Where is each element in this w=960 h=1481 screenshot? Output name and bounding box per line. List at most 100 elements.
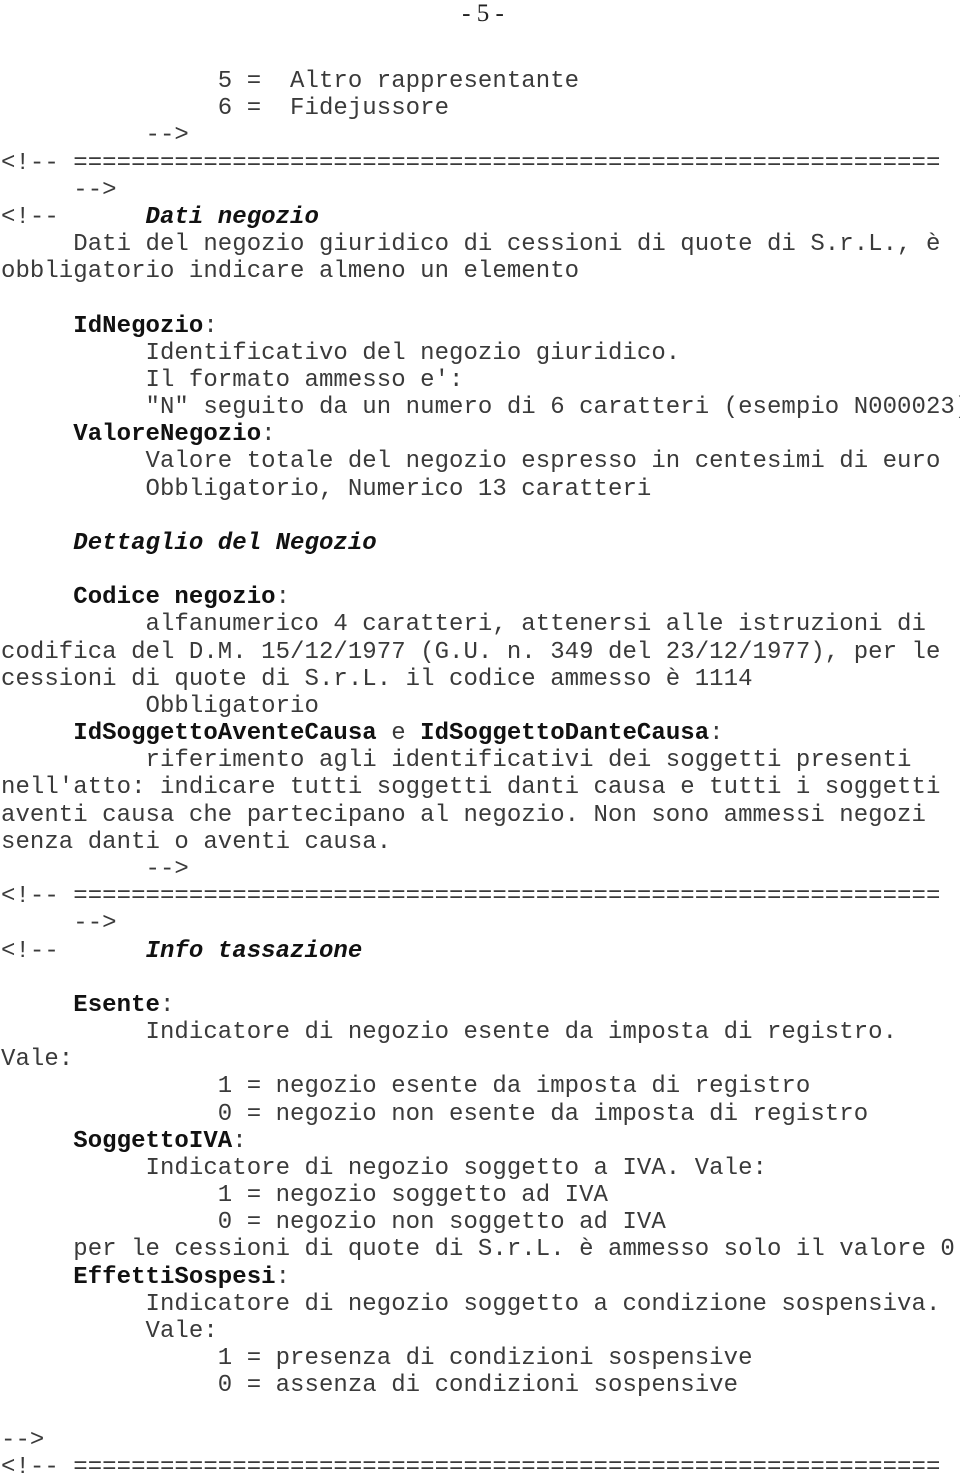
line-text bbox=[1, 421, 73, 448]
line-text: Valore totale del negozio espresso in ce… bbox=[1, 448, 941, 476]
line-text bbox=[1, 584, 73, 611]
document-line: Vale: bbox=[1, 1318, 960, 1345]
document-line: Dettaglio del Negozio bbox=[1, 530, 960, 557]
line-text: riferimento agli identificativi dei sogg… bbox=[1, 747, 912, 775]
field-name: ValoreNegozio bbox=[73, 421, 262, 449]
line-text: --> bbox=[1, 910, 117, 938]
line-text: Identificativo del negozio giuridico. bbox=[1, 339, 681, 367]
line-text: "N" seguito da un numero di 6 caratteri … bbox=[1, 394, 960, 422]
line-text: <!-- bbox=[1, 937, 146, 965]
document-line: Obbligatorio, Numerico 13 caratteri bbox=[1, 476, 960, 503]
field-name: IdNegozio bbox=[73, 312, 204, 340]
line-text: aventi causa che partecipano al negozio.… bbox=[1, 801, 926, 829]
document-line: Identificativo del negozio giuridico. bbox=[1, 340, 960, 367]
document-line: 6 = Fidejussore bbox=[1, 95, 960, 122]
document-line: --> bbox=[1, 122, 960, 149]
line-text: Il formato ammesso e': bbox=[1, 366, 464, 394]
line-text: cessioni di quote di S.r.L. il codice am… bbox=[1, 665, 753, 693]
line-text: Vale: bbox=[1, 1046, 74, 1074]
line-text: 1 = negozio esente da imposta di registr… bbox=[1, 1073, 811, 1101]
document-line: "N" seguito da un numero di 6 caratteri … bbox=[1, 394, 960, 421]
document-line: Esente: bbox=[1, 992, 960, 1019]
document-line: <!-- ===================================… bbox=[1, 150, 960, 177]
document-line: <!-- ===================================… bbox=[1, 883, 960, 910]
document-line: 0 = negozio non esente da imposta di reg… bbox=[1, 1101, 960, 1128]
document-line: aventi causa che partecipano al negozio.… bbox=[1, 802, 960, 829]
line-text: alfanumerico 4 caratteri, attenersi alle… bbox=[1, 611, 926, 639]
document-line: Valore totale del negozio espresso in ce… bbox=[1, 448, 960, 475]
line-text: senza danti o aventi causa. bbox=[1, 828, 392, 856]
document-line: Indicatore di negozio soggetto a IVA. Va… bbox=[1, 1155, 960, 1182]
line-text: 1 = presenza di condizioni sospensive bbox=[1, 1345, 753, 1373]
field-name: EffettiSospesi bbox=[73, 1263, 276, 1291]
document-line: cessioni di quote di S.r.L. il codice am… bbox=[1, 666, 960, 693]
page-number: - 5 - bbox=[462, 0, 504, 27]
line-text bbox=[1, 1128, 73, 1155]
line-text: 1 = negozio soggetto ad IVA bbox=[1, 1182, 608, 1210]
line-text bbox=[1, 313, 73, 340]
line-text: Dati del negozio giuridico di cessioni d… bbox=[1, 231, 941, 259]
line-text: <!-- ===================================… bbox=[1, 149, 941, 177]
line-text: nell'atto: indicare tutti soggetti danti… bbox=[1, 774, 941, 802]
document-body: 5 = Altro rappresentante 6 = Fidejussore… bbox=[1, 68, 960, 1481]
line-text: <!-- bbox=[1, 203, 146, 231]
line-text: --> bbox=[1, 1426, 45, 1454]
line-text: --> bbox=[1, 855, 189, 883]
document-line: Vale: bbox=[1, 1046, 960, 1073]
line-text bbox=[1, 992, 73, 1019]
line-text bbox=[1, 720, 73, 747]
line-text: 0 = negozio non esente da imposta di reg… bbox=[1, 1100, 869, 1128]
document-line: Il formato ammesso e': bbox=[1, 367, 960, 394]
document-line: --> bbox=[1, 856, 960, 883]
document-line: --> bbox=[1, 177, 960, 204]
document-line: nell'atto: indicare tutti soggetti danti… bbox=[1, 774, 960, 801]
field-name: Codice negozio bbox=[73, 584, 276, 612]
document-line: Codice negozio: bbox=[1, 584, 960, 611]
document-line: alfanumerico 4 caratteri, attenersi alle… bbox=[1, 611, 960, 638]
field-name: SoggettoIVA bbox=[73, 1127, 233, 1155]
line-text: Indicatore di negozio esente da imposta … bbox=[1, 1019, 898, 1047]
field-name: IdSoggettoDanteCausa bbox=[420, 720, 710, 748]
document-line: Dati del negozio giuridico di cessioni d… bbox=[1, 231, 960, 258]
line-text: 6 = Fidejussore bbox=[1, 95, 450, 123]
section-heading: Dati negozio bbox=[145, 203, 319, 231]
line-text: : bbox=[232, 1127, 247, 1155]
line-text: 5 = Altro rappresentante bbox=[1, 68, 580, 95]
document-line: IdNegozio: bbox=[1, 313, 960, 340]
document-line: SoggettoIVA: bbox=[1, 1128, 960, 1155]
document-line: 1 = presenza di condizioni sospensive bbox=[1, 1345, 960, 1372]
document-line: riferimento agli identificativi dei sogg… bbox=[1, 747, 960, 774]
line-text bbox=[1, 1264, 73, 1291]
line-text: : bbox=[203, 312, 218, 340]
document-line: --> bbox=[1, 910, 960, 937]
line-text: 0 = negozio non soggetto ad IVA bbox=[1, 1209, 666, 1237]
line-text: Indicatore di negozio soggetto a condizi… bbox=[1, 1290, 941, 1318]
document-line: obbligatorio indicare almeno un elemento bbox=[1, 258, 960, 285]
document-line: <!-- Info tassazione bbox=[1, 938, 960, 965]
line-text: Indicatore di negozio soggetto a IVA. Va… bbox=[1, 1154, 767, 1182]
field-name: IdSoggettoAventeCausa bbox=[73, 720, 377, 748]
document-line: codifica del D.M. 15/12/1977 (G.U. n. 34… bbox=[1, 639, 960, 666]
line-text: : bbox=[261, 421, 276, 449]
document-line: <!-- Dati negozio bbox=[1, 204, 960, 231]
line-text: codifica del D.M. 15/12/1977 (G.U. n. 34… bbox=[1, 638, 941, 666]
line-text: obbligatorio indicare almeno un elemento bbox=[1, 258, 580, 286]
section-heading: Info tassazione bbox=[145, 937, 363, 965]
document-line: 0 = assenza di condizioni sospensive bbox=[1, 1372, 960, 1399]
line-text: --> bbox=[1, 176, 117, 204]
line-text: <!-- ===================================… bbox=[1, 1453, 941, 1481]
document-line: 0 = negozio non soggetto ad IVA bbox=[1, 1209, 960, 1236]
line-text: 0 = assenza di condizioni sospensive bbox=[1, 1372, 739, 1400]
line-text: Obbligatorio, Numerico 13 caratteri bbox=[1, 475, 652, 503]
document-line: 1 = negozio esente da imposta di registr… bbox=[1, 1073, 960, 1100]
line-text: Vale: bbox=[1, 1317, 218, 1345]
document-line: per le cessioni di quote di S.r.L. è amm… bbox=[1, 1236, 960, 1263]
document-line: IdSoggettoAventeCausa e IdSoggettoDanteC… bbox=[1, 720, 960, 747]
line-text: : bbox=[159, 991, 175, 1019]
document-line: <!-- ===================================… bbox=[1, 1454, 960, 1481]
document-line: --> bbox=[1, 1427, 960, 1454]
line-text: : bbox=[275, 584, 291, 612]
